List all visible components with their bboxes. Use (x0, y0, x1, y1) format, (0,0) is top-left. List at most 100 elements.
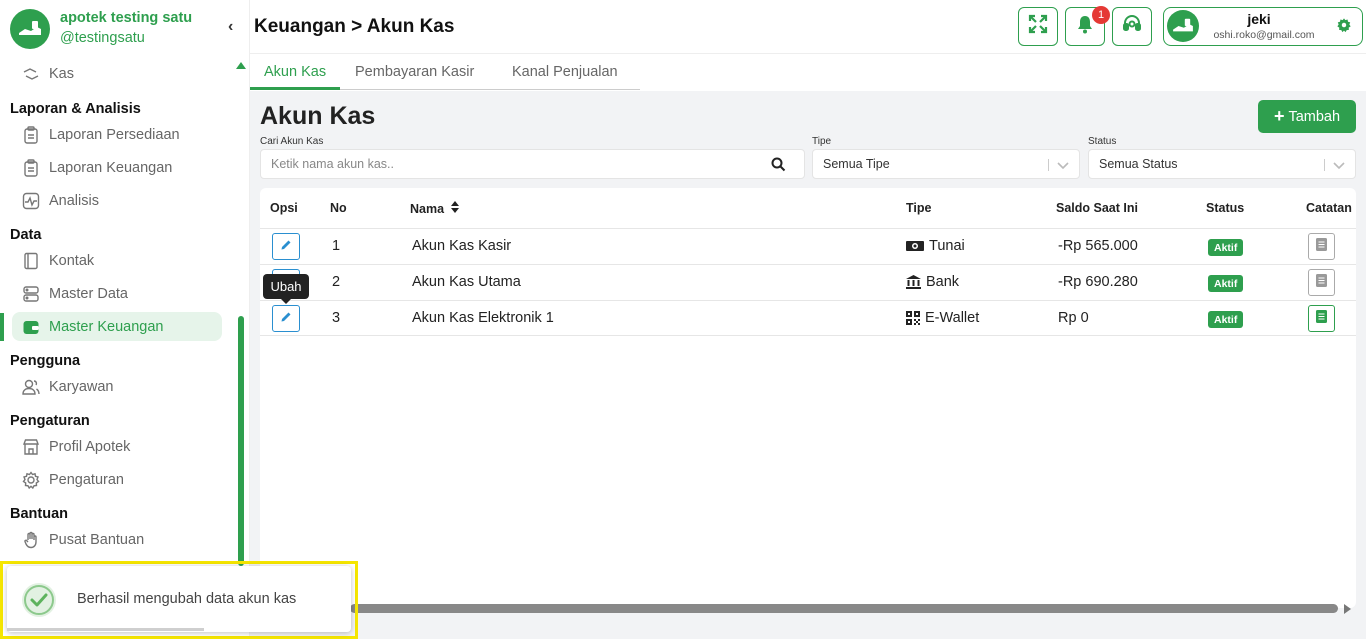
sidebar-item-laporan-keuangan[interactable]: Laporan Keuangan (12, 153, 222, 182)
cell-no: 2 (332, 274, 341, 290)
type-label: Tipe (812, 136, 832, 147)
add-button[interactable]: + Tambah (1258, 100, 1356, 133)
users-icon (22, 378, 40, 396)
select-divider (1324, 159, 1325, 171)
notification-button[interactable]: 1 (1065, 6, 1110, 46)
column-header-tipe: Tipe (906, 201, 932, 215)
pencil-icon (280, 310, 293, 328)
cell-tipe-label: E-Wallet (925, 310, 980, 326)
support-button[interactable] (1112, 7, 1152, 46)
header: Keuangan > Akun Kas 1 jeki oshi.roko@gma… (250, 0, 1366, 54)
user-email: oshi.roko@gmail.com (1213, 29, 1315, 41)
add-button-label: Tambah (1288, 108, 1341, 125)
chevron-down-icon (1056, 158, 1070, 175)
database-icon (22, 285, 40, 303)
wallet-icon (22, 318, 40, 336)
cell-nama: Akun Kas Elektronik 1 (412, 310, 554, 326)
tab-kanal-penjualan[interactable]: Kanal Penjualan (512, 64, 618, 80)
edit-tooltip: Ubah (263, 274, 309, 304)
section-pengguna: Pengguna (10, 353, 81, 369)
sidebar-item-label: Analisis (49, 192, 99, 209)
sidebar-item-kontak[interactable]: Kontak (12, 246, 222, 275)
column-header-label: Nama (410, 201, 445, 216)
breadcrumb: Keuangan > Akun Kas (254, 16, 455, 37)
fullscreen-button[interactable] (1018, 7, 1058, 46)
sidebar-item-master-data[interactable]: Master Data (12, 279, 222, 308)
active-indicator (0, 313, 4, 341)
sidebar-item-label: Pusat Bantuan (49, 531, 145, 548)
sidebar-item-pengaturan[interactable]: Pengaturan (12, 465, 222, 494)
expand-icon (1028, 14, 1048, 39)
type-select-value: Semua Tipe (823, 157, 890, 171)
column-header-opsi: Opsi (270, 201, 298, 215)
sidebar-scroll-thumb[interactable] (238, 316, 244, 566)
search-icon[interactable] (771, 157, 786, 175)
sidebar-item-laporan-persediaan[interactable]: Laporan Persediaan (12, 120, 222, 149)
brand-name: apotek testing satu (60, 10, 193, 26)
clipboard-icon (22, 125, 40, 144)
table-horizontal-scrollbar[interactable] (350, 604, 1338, 613)
collapse-sidebar-button[interactable]: ‹ (228, 18, 233, 36)
pencil-icon (280, 238, 293, 256)
scroll-up-icon[interactable] (236, 62, 246, 69)
cell-no: 1 (332, 238, 341, 254)
brand-logo-icon (10, 9, 50, 49)
store-icon (22, 438, 40, 456)
tab-pembayaran-kasir[interactable]: Pembayaran Kasir (355, 64, 474, 80)
note-button[interactable] (1308, 305, 1335, 332)
sidebar-item-analisis[interactable]: Analisis (12, 186, 222, 215)
search-input[interactable] (271, 157, 751, 171)
hand-icon (22, 531, 40, 549)
cell-tipe: Tunai (906, 238, 965, 254)
sidebar-item-label: Profil Apotek (49, 438, 131, 455)
sidebar-item-karyawan[interactable]: Karyawan (12, 372, 222, 401)
note-button[interactable] (1308, 269, 1335, 296)
user-menu[interactable]: jeki oshi.roko@gmail.com (1163, 7, 1363, 46)
cell-saldo: Rp 0 (1058, 310, 1089, 326)
note-icon (1316, 309, 1327, 328)
status-select[interactable]: Semua Status (1088, 149, 1356, 179)
section-pengaturan: Pengaturan (10, 413, 90, 429)
sidebar-item-label: Master Keuangan (49, 318, 164, 335)
cell-nama: Akun Kas Utama (412, 274, 521, 290)
cell-tipe: Bank (906, 274, 959, 290)
toast-message: Berhasil mengubah data akun kas (77, 591, 297, 607)
edit-button[interactable] (272, 305, 300, 332)
chevron-down-icon (1332, 158, 1346, 175)
sidebar: apotek testing satu @testingsatu ‹ Kas L… (0, 0, 250, 639)
tab-bar: Akun Kas Pembayaran Kasir Kanal Penjuala… (250, 55, 640, 90)
sidebar-item-profil-apotek[interactable]: Profil Apotek (12, 432, 222, 461)
cell-no: 3 (332, 310, 341, 326)
edit-button[interactable] (272, 233, 300, 260)
column-header-catatan: Catatan (1306, 201, 1352, 215)
note-button[interactable] (1308, 233, 1335, 260)
column-header-status: Status (1206, 201, 1245, 215)
type-select[interactable]: Semua Tipe (812, 149, 1080, 179)
headset-icon (1121, 13, 1143, 40)
table-row: 1 Akun Kas Kasir Tunai -Rp 565.000 Aktif (260, 228, 1356, 264)
section-data: Data (10, 227, 42, 243)
cell-nama: Akun Kas Kasir (412, 238, 512, 254)
table-row: 2 Akun Kas Utama Bank -Rp 690.280 Aktif (260, 264, 1356, 300)
section-bantuan: Bantuan (10, 506, 68, 522)
cell-tipe: E-Wallet (906, 310, 979, 326)
column-header-nama[interactable]: Nama (410, 201, 460, 216)
gear-icon (22, 470, 40, 489)
note-icon (1316, 237, 1327, 256)
sidebar-item-kas[interactable]: Kas (12, 59, 222, 88)
column-header-no: No (330, 201, 347, 215)
success-toast[interactable]: Berhasil mengubah data akun kas (7, 566, 351, 632)
sidebar-scrollbar[interactable] (236, 62, 246, 567)
gear-icon[interactable] (1336, 17, 1352, 38)
sort-icon[interactable] (451, 201, 460, 216)
sidebar-item-pusat-bantuan[interactable]: Pusat Bantuan (12, 525, 222, 554)
tab-akun-kas[interactable]: Akun Kas (264, 64, 326, 80)
column-header-saldo: Saldo Saat Ini (1056, 201, 1138, 215)
status-badge: Aktif (1208, 239, 1244, 256)
cell-saldo: -Rp 565.000 (1058, 238, 1138, 254)
sidebar-item-label: Laporan Keuangan (49, 159, 173, 176)
sidebar-item-master-keuangan[interactable]: Master Keuangan (12, 312, 222, 341)
select-divider (1048, 159, 1049, 171)
scroll-right-icon[interactable] (1344, 604, 1351, 614)
sidebar-item-label: Laporan Persediaan (49, 126, 180, 143)
